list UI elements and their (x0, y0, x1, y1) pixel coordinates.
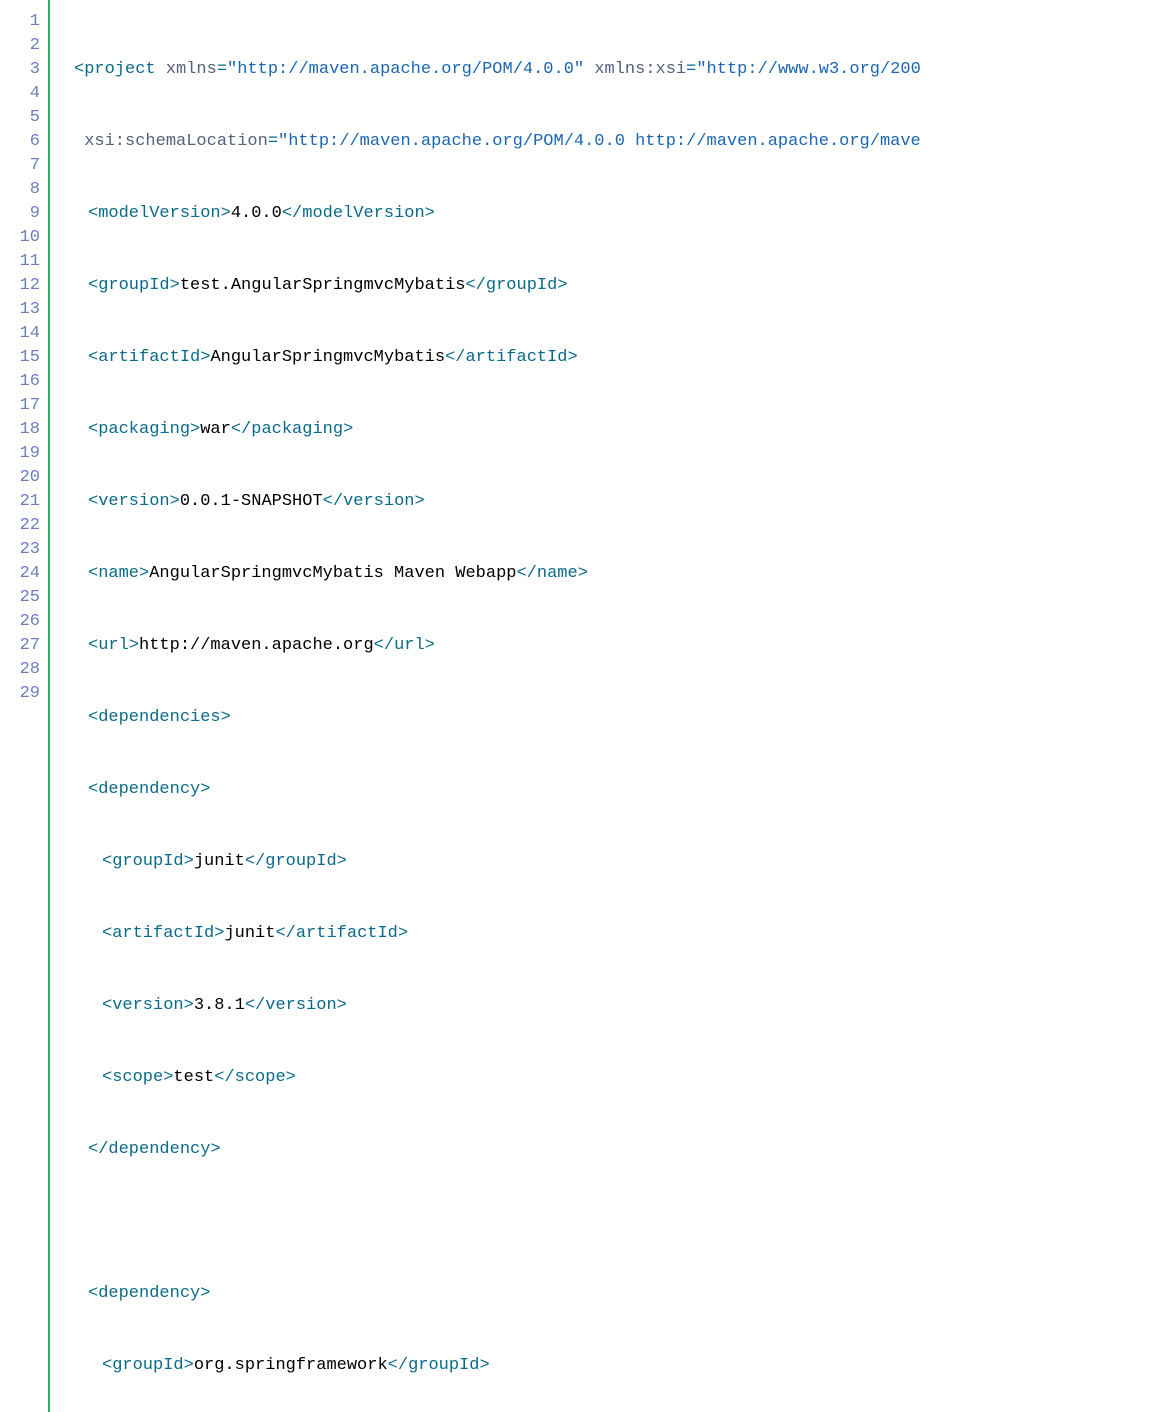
line-number: 15 (0, 346, 48, 370)
line-number: 18 (0, 418, 48, 442)
code-line[interactable]: <groupId>test.AngularSpringmvcMybatis</g… (74, 274, 1152, 298)
code-line[interactable] (74, 1210, 1152, 1234)
line-number: 7 (0, 154, 48, 178)
line-number: 21 (0, 490, 48, 514)
line-number: 10 (0, 226, 48, 250)
line-number: 13 (0, 298, 48, 322)
line-number: 14 (0, 322, 48, 346)
line-number: 25 (0, 586, 48, 610)
code-line[interactable]: <url>http://maven.apache.org</url> (74, 634, 1152, 658)
code-editor[interactable]: 1 2 3 4 5 6 7 8 9 10 11 12 13 14 15 16 1… (0, 0, 1152, 1412)
line-number: 29 (0, 682, 48, 706)
line-number: 24 (0, 562, 48, 586)
code-line[interactable]: <dependency> (74, 1282, 1152, 1306)
code-line[interactable]: <artifactId>junit</artifactId> (74, 922, 1152, 946)
line-number: 1 (0, 10, 48, 34)
code-line[interactable]: </dependency> (74, 1138, 1152, 1162)
line-number: 22 (0, 514, 48, 538)
code-area[interactable]: <project xmlns="http://maven.apache.org/… (50, 0, 1152, 1412)
code-line[interactable]: <scope>test</scope> (74, 1066, 1152, 1090)
code-line[interactable]: xsi:schemaLocation="http://maven.apache.… (74, 130, 1152, 154)
code-line[interactable]: <artifactId>AngularSpringmvcMybatis</art… (74, 346, 1152, 370)
code-line[interactable]: <name>AngularSpringmvcMybatis Maven Weba… (74, 562, 1152, 586)
line-number: 3 (0, 58, 48, 82)
line-number: 27 (0, 634, 48, 658)
code-line[interactable]: <dependencies> (74, 706, 1152, 730)
line-number: 4 (0, 82, 48, 106)
code-line[interactable]: <groupId>org.springframework</groupId> (74, 1354, 1152, 1378)
line-number: 19 (0, 442, 48, 466)
line-number: 20 (0, 466, 48, 490)
line-number: 8 (0, 178, 48, 202)
code-line[interactable]: <groupId>junit</groupId> (74, 850, 1152, 874)
line-number: 5 (0, 106, 48, 130)
line-number: 28 (0, 658, 48, 682)
code-line[interactable]: <modelVersion>4.0.0</modelVersion> (74, 202, 1152, 226)
line-number: 6 (0, 130, 48, 154)
code-line[interactable]: <project xmlns="http://maven.apache.org/… (74, 58, 1152, 82)
line-number: 11 (0, 250, 48, 274)
line-number: 2 (0, 34, 48, 58)
code-line[interactable]: <packaging>war</packaging> (74, 418, 1152, 442)
line-number: 12 (0, 274, 48, 298)
line-number: 23 (0, 538, 48, 562)
line-number: 16 (0, 370, 48, 394)
code-line[interactable]: <dependency> (74, 778, 1152, 802)
line-number: 26 (0, 610, 48, 634)
line-number: 17 (0, 394, 48, 418)
line-number-gutter: 1 2 3 4 5 6 7 8 9 10 11 12 13 14 15 16 1… (0, 0, 50, 1412)
code-line[interactable]: <version>0.0.1-SNAPSHOT</version> (74, 490, 1152, 514)
line-number: 9 (0, 202, 48, 226)
code-line[interactable]: <version>3.8.1</version> (74, 994, 1152, 1018)
